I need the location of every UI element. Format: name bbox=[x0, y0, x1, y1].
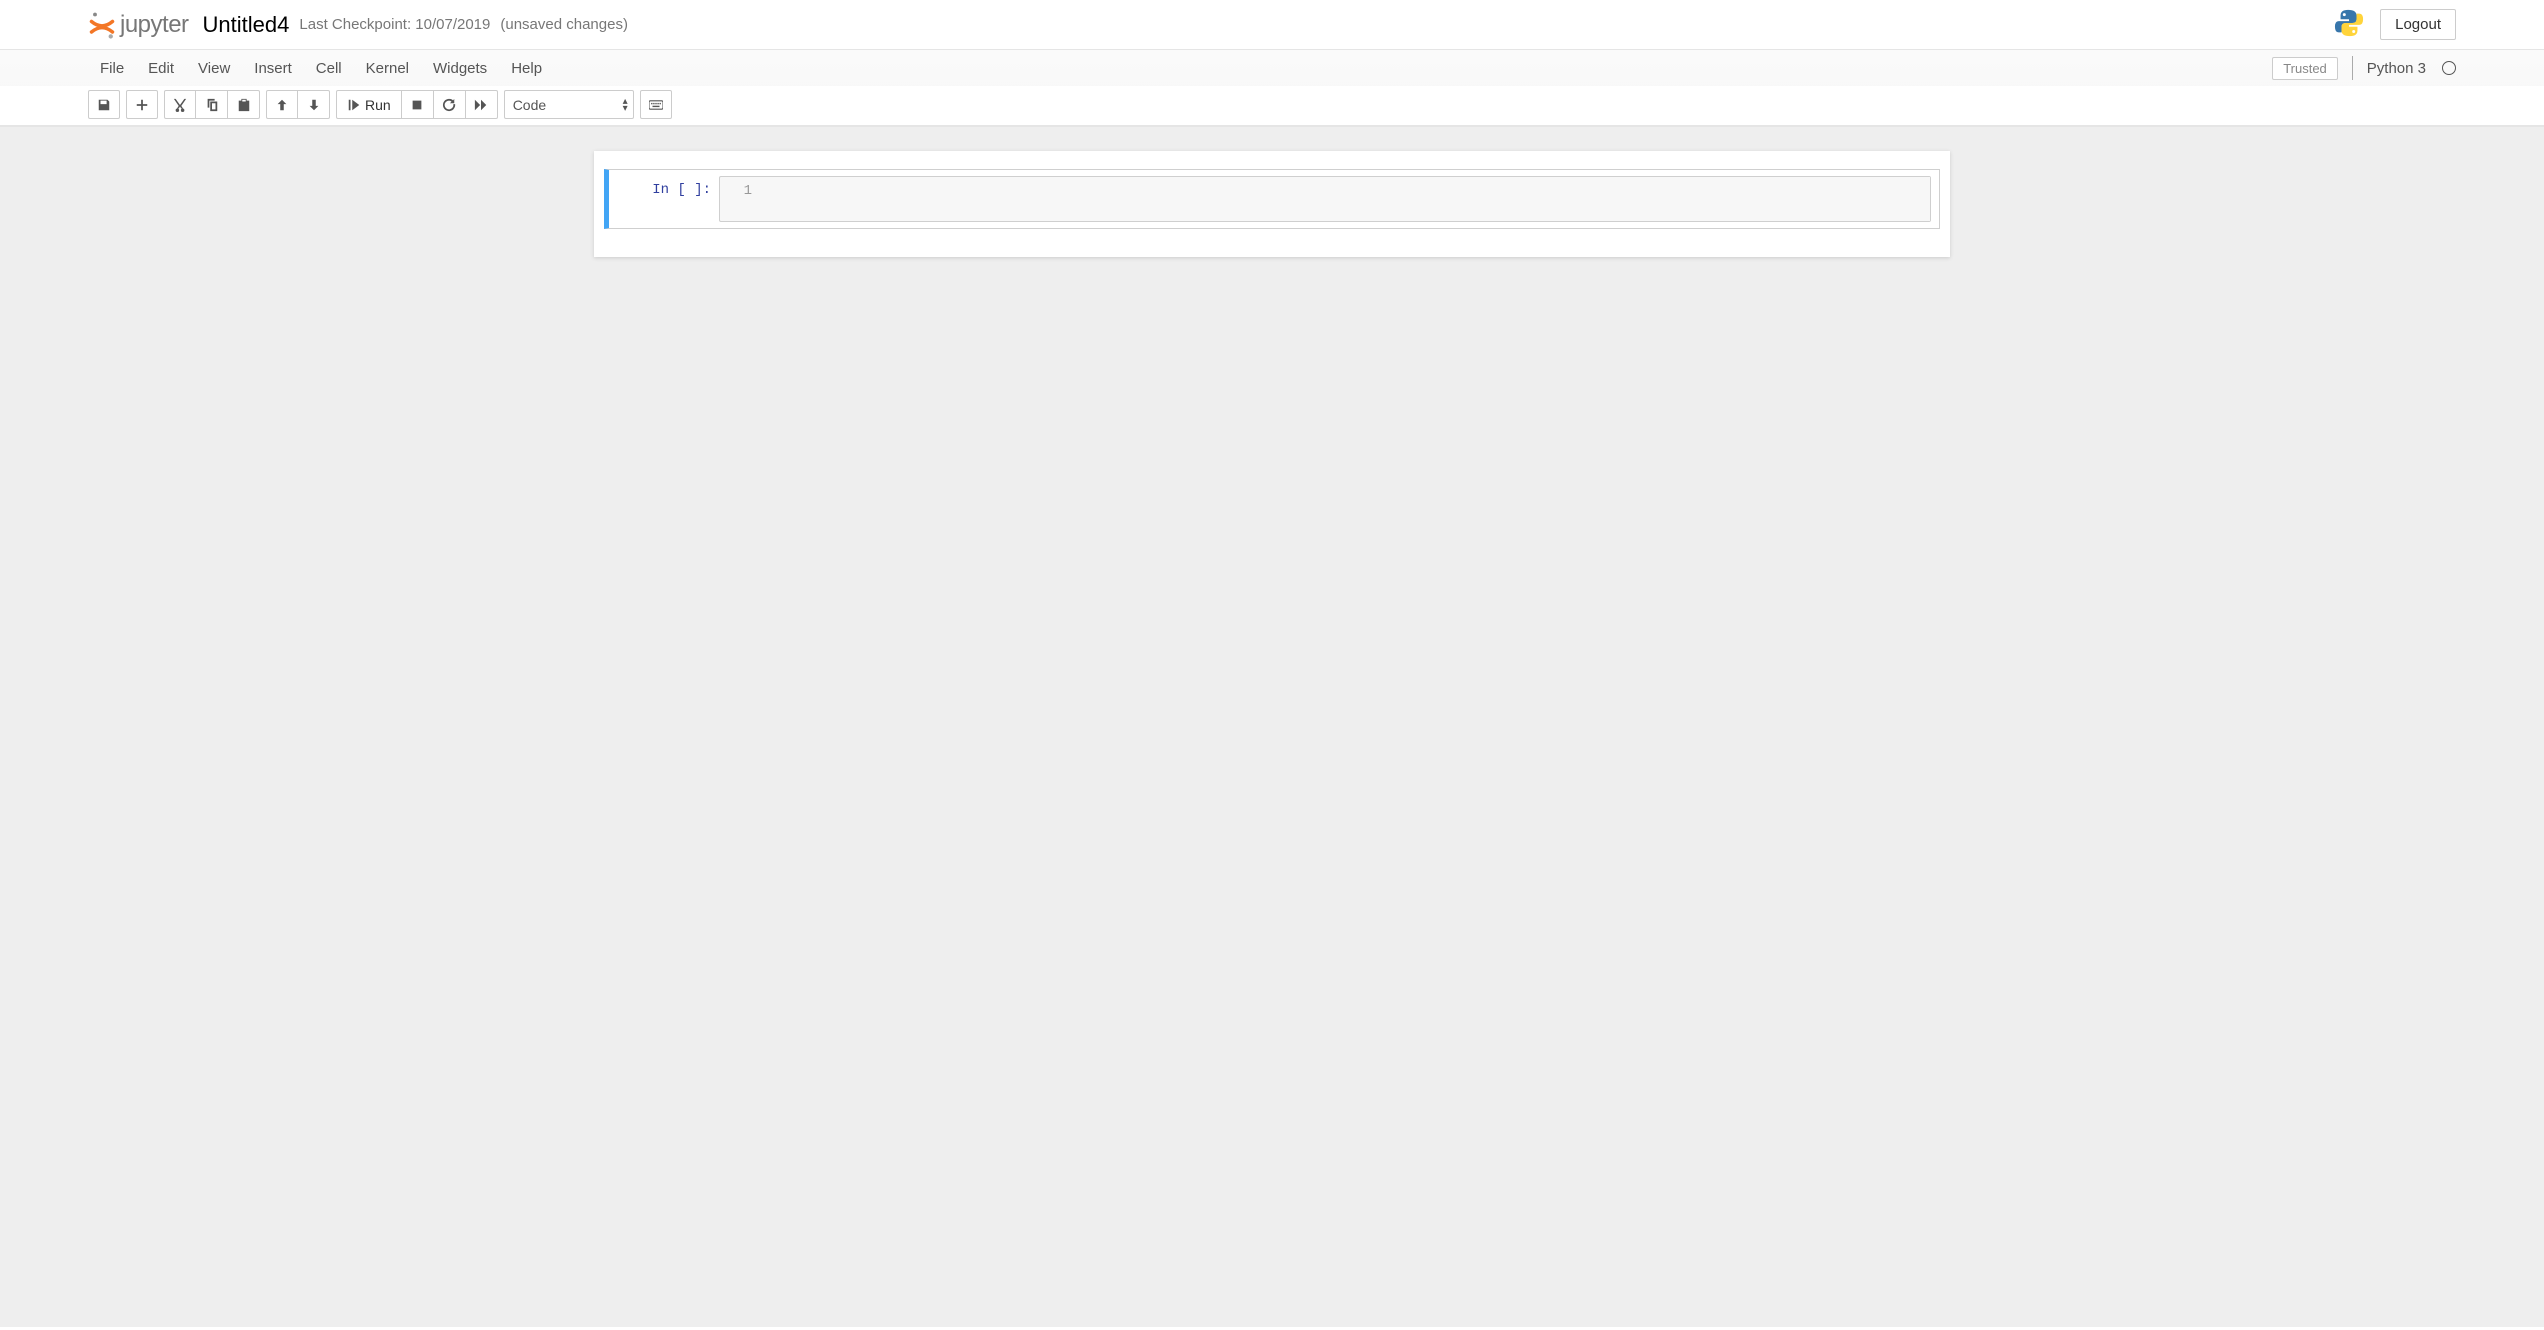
move-down-button[interactable] bbox=[298, 90, 330, 119]
stop-icon bbox=[410, 98, 424, 112]
menu-cell[interactable]: Cell bbox=[304, 52, 354, 85]
jupyter-logo[interactable]: jupyter bbox=[88, 11, 189, 39]
menubar: File Edit View Insert Cell Kernel Widget… bbox=[0, 50, 2544, 86]
arrow-down-icon bbox=[307, 98, 321, 112]
clipboard-group bbox=[164, 90, 260, 119]
command-palette-button[interactable] bbox=[640, 90, 672, 119]
run-button[interactable]: Run bbox=[336, 90, 402, 119]
menubar-container: File Edit View Insert Cell Kernel Widget… bbox=[0, 50, 2544, 127]
restart-button[interactable] bbox=[434, 90, 466, 119]
notebook-container: In [ ]: 1 bbox=[594, 151, 1950, 257]
logout-button[interactable]: Logout bbox=[2380, 9, 2456, 40]
header-right: Logout bbox=[2334, 8, 2456, 41]
cell-prompt: In [ ]: bbox=[609, 176, 719, 222]
unsaved-changes-label: (unsaved changes) bbox=[500, 16, 628, 33]
jupyter-logo-text: jupyter bbox=[120, 11, 189, 39]
restart-icon bbox=[442, 98, 456, 112]
add-cell-button[interactable] bbox=[126, 90, 158, 119]
keyboard-icon bbox=[649, 98, 663, 112]
menubar-right: Trusted Python 3 bbox=[2272, 56, 2456, 80]
paste-button[interactable] bbox=[228, 90, 260, 119]
scissors-icon bbox=[173, 98, 187, 112]
notebook-area: In [ ]: 1 bbox=[0, 127, 2544, 1327]
move-group bbox=[266, 90, 330, 119]
code-input-wrap: 1 bbox=[719, 176, 1931, 222]
run-group: Run bbox=[336, 90, 498, 119]
code-cell[interactable]: In [ ]: 1 bbox=[604, 169, 1940, 229]
paste-icon bbox=[237, 98, 251, 112]
menu-kernel[interactable]: Kernel bbox=[354, 52, 421, 85]
checkpoint-label: Last Checkpoint: 10/07/2019 bbox=[299, 16, 490, 33]
trusted-indicator[interactable]: Trusted bbox=[2272, 57, 2338, 80]
kernel-name[interactable]: Python 3 bbox=[2367, 60, 2426, 77]
play-step-icon bbox=[347, 98, 361, 112]
move-up-button[interactable] bbox=[266, 90, 298, 119]
menu-insert[interactable]: Insert bbox=[242, 52, 304, 85]
restart-run-all-button[interactable] bbox=[466, 90, 498, 119]
arrow-up-icon bbox=[275, 98, 289, 112]
line-number: 1 bbox=[720, 177, 758, 221]
cut-button[interactable] bbox=[164, 90, 196, 119]
kernel-separator bbox=[2352, 56, 2353, 80]
code-input[interactable] bbox=[758, 177, 1930, 221]
copy-button[interactable] bbox=[196, 90, 228, 119]
python-logo-icon bbox=[2334, 8, 2364, 41]
toolbar: Run Code ▴▾ bbox=[0, 86, 2544, 126]
run-button-label: Run bbox=[365, 97, 391, 113]
cell-type-select[interactable]: Code bbox=[504, 90, 634, 119]
cell-type-select-wrap: Code ▴▾ bbox=[504, 90, 634, 119]
menu-edit[interactable]: Edit bbox=[136, 52, 186, 85]
copy-icon bbox=[205, 98, 219, 112]
notebook-title[interactable]: Untitled4 bbox=[203, 12, 290, 38]
menu-file[interactable]: File bbox=[88, 52, 136, 85]
kernel-idle-icon bbox=[2442, 61, 2456, 75]
jupyter-logo-icon bbox=[88, 11, 116, 39]
menu-widgets[interactable]: Widgets bbox=[421, 52, 499, 85]
fast-forward-icon bbox=[474, 98, 488, 112]
save-icon bbox=[97, 98, 111, 112]
plus-icon bbox=[135, 98, 149, 112]
menu-view[interactable]: View bbox=[186, 52, 242, 85]
menu-help[interactable]: Help bbox=[499, 52, 554, 85]
stop-button[interactable] bbox=[402, 90, 434, 119]
header: jupyter Untitled4 Last Checkpoint: 10/07… bbox=[0, 0, 2544, 50]
save-button[interactable] bbox=[88, 90, 120, 119]
